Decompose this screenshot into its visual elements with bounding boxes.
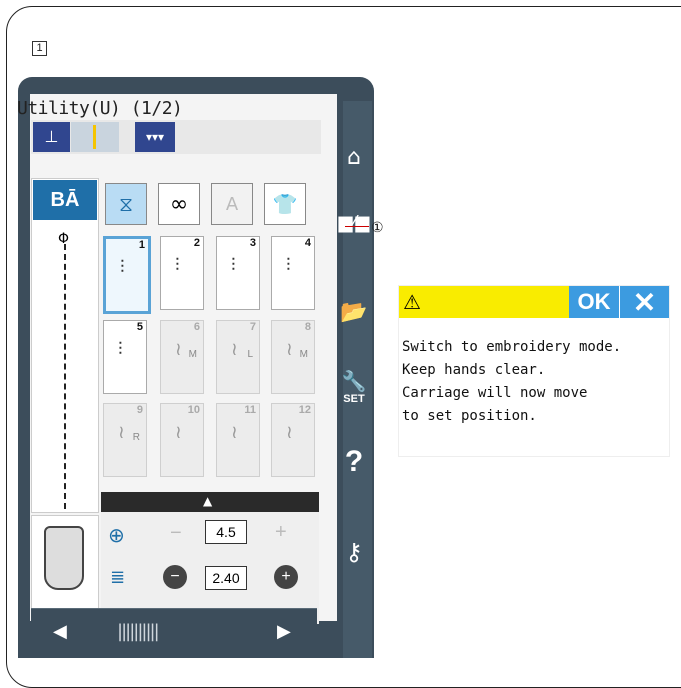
wrench-icon: 🔧 bbox=[341, 369, 367, 393]
decorative-icon: ∞ bbox=[169, 191, 189, 217]
stitch-number: 6 bbox=[193, 321, 200, 333]
category-letters[interactable]: A bbox=[211, 183, 253, 225]
home-button[interactable]: ⌂ bbox=[329, 132, 379, 182]
stitch-pattern-icon: ≀ bbox=[231, 339, 238, 360]
stitch-button-4[interactable]: 4 ⫶ bbox=[271, 236, 315, 310]
length-icon: ≣ bbox=[110, 567, 126, 588]
stitch-pattern-icon: ≀ bbox=[175, 422, 182, 443]
stitch-letter: M bbox=[188, 349, 197, 360]
width-plus-button[interactable]: + bbox=[275, 521, 287, 544]
key-icon: ⚷ bbox=[345, 538, 363, 566]
export-button[interactable]: 📂 bbox=[329, 287, 379, 337]
folder-export-icon: 📂 bbox=[340, 299, 368, 325]
stitch-pattern-icon: ⫶ bbox=[118, 339, 123, 360]
memory-badge[interactable]: BĀ bbox=[33, 180, 97, 220]
stitch-pattern-icon: ≀ bbox=[286, 339, 293, 360]
stitch-number: 10 bbox=[187, 404, 200, 416]
set-label: SET bbox=[343, 393, 365, 405]
stitch-button-1[interactable]: 1 ⫶ bbox=[103, 236, 151, 314]
shirt-icon: 👕 bbox=[272, 192, 298, 216]
presser-foot-button[interactable]: ⊥ bbox=[33, 122, 70, 152]
stitch-number: 11 bbox=[244, 404, 256, 416]
callout-label: ① bbox=[371, 219, 384, 235]
length-minus-button[interactable]: − bbox=[163, 565, 187, 589]
stitch-button-9[interactable]: 9 ≀ R bbox=[103, 403, 147, 477]
stitch-letter: M bbox=[299, 349, 308, 360]
stitch-button-7[interactable]: 7 ≀ L bbox=[216, 320, 260, 394]
stitch-button-8[interactable]: 8 ≀ M bbox=[271, 320, 315, 394]
stitch-number: 12 bbox=[298, 404, 311, 416]
presser-foot-illustration bbox=[44, 526, 84, 590]
twin-needle-icon: ▾▾▾ bbox=[145, 130, 165, 144]
stitch-pattern-icon: ⫶ bbox=[286, 255, 291, 276]
stitch-button-2[interactable]: 2 ⫶ bbox=[160, 236, 204, 310]
help-button[interactable]: ? bbox=[329, 437, 379, 487]
stitch-button-6[interactable]: 6 ≀ M bbox=[160, 320, 204, 394]
expand-bar[interactable]: ▲ bbox=[101, 492, 319, 512]
callout-line bbox=[345, 226, 369, 227]
stitch-pattern-icon: ≀ bbox=[118, 422, 125, 443]
stitch-button-10[interactable]: 10 ≀ bbox=[160, 403, 204, 477]
stitch-pattern-icon: ⫶ bbox=[120, 257, 125, 278]
stitch-number: 1 bbox=[138, 239, 145, 251]
needle-icon bbox=[93, 125, 96, 149]
width-icon: ⊕ bbox=[108, 523, 125, 547]
stitch-preview: Φ bbox=[31, 178, 99, 513]
page-navigator: ◀ |||||||||| ▶ bbox=[31, 608, 317, 655]
category-decorative[interactable]: ∞ bbox=[158, 183, 200, 225]
category-garment[interactable]: 👕 bbox=[264, 183, 306, 225]
ok-button[interactable]: OK bbox=[569, 286, 619, 318]
stitch-number: 9 bbox=[136, 404, 143, 416]
key-button[interactable]: ⚷ bbox=[329, 527, 379, 577]
stitch-pattern-icon: ⫶ bbox=[175, 255, 180, 276]
stitch-button-5[interactable]: 5 ⫶ bbox=[103, 320, 147, 394]
presser-foot-icon: ⊥ bbox=[44, 127, 59, 146]
previous-page-button[interactable]: ◀ bbox=[53, 621, 67, 642]
preview-stitch-line bbox=[64, 244, 66, 509]
page-title: Utility(U) (1/2) bbox=[17, 98, 183, 119]
letters-label: A bbox=[225, 193, 239, 215]
stitch-number: 8 bbox=[304, 321, 311, 333]
stitch-pattern-icon: ⫶ bbox=[231, 255, 236, 276]
preview-needle-mark: Φ bbox=[58, 231, 70, 247]
close-button[interactable]: ✕ bbox=[620, 286, 669, 318]
sewing-machine-icon: ▆⁄▆ bbox=[338, 211, 370, 233]
settings-button[interactable]: 🔧 SET bbox=[329, 362, 379, 412]
stitch-number: 4 bbox=[304, 237, 311, 249]
needle-button[interactable] bbox=[71, 122, 119, 152]
stitch-letter: L bbox=[247, 349, 253, 360]
help-icon: ? bbox=[344, 445, 364, 478]
stitch-number: 2 bbox=[193, 237, 200, 249]
category-utility[interactable]: ⧖ bbox=[105, 183, 147, 225]
home-icon: ⌂ bbox=[347, 144, 361, 170]
stitch-button-12[interactable]: 12 ≀ bbox=[271, 403, 315, 477]
width-value: 4.5 bbox=[205, 520, 247, 544]
warning-icon: ⚠ bbox=[403, 290, 421, 314]
stitch-number: 7 bbox=[249, 321, 256, 333]
dialog-message: Switch to embroidery mode. Keep hands cl… bbox=[402, 339, 622, 424]
step-marker: 1 bbox=[32, 41, 47, 56]
stitch-number: 3 bbox=[249, 237, 256, 249]
stitch-pattern-icon: ≀ bbox=[175, 339, 182, 360]
width-minus-button[interactable]: − bbox=[170, 522, 182, 545]
stitch-number: 5 bbox=[136, 321, 143, 333]
utility-icon: ⧖ bbox=[118, 192, 134, 216]
page-scroll-indicator[interactable]: |||||||||| bbox=[117, 621, 160, 642]
stitch-pattern-icon: ≀ bbox=[286, 422, 293, 443]
message-dialog: ⚠ OK ✕ Switch to embroidery mode. Keep h… bbox=[398, 285, 670, 457]
warning-bar: ⚠ bbox=[399, 286, 569, 318]
chevron-up-icon: ▲ bbox=[203, 494, 213, 508]
length-plus-button[interactable]: + bbox=[274, 565, 298, 589]
length-value: 2.40 bbox=[205, 566, 247, 590]
stitch-button-3[interactable]: 3 ⫶ bbox=[216, 236, 260, 310]
stitch-button-11[interactable]: 11 ≀ bbox=[216, 403, 260, 477]
twin-needle-button[interactable]: ▾▾▾ bbox=[135, 122, 175, 152]
stitch-letter: R bbox=[132, 432, 140, 443]
stitch-pattern-icon: ≀ bbox=[231, 422, 238, 443]
next-page-button[interactable]: ▶ bbox=[277, 621, 291, 642]
